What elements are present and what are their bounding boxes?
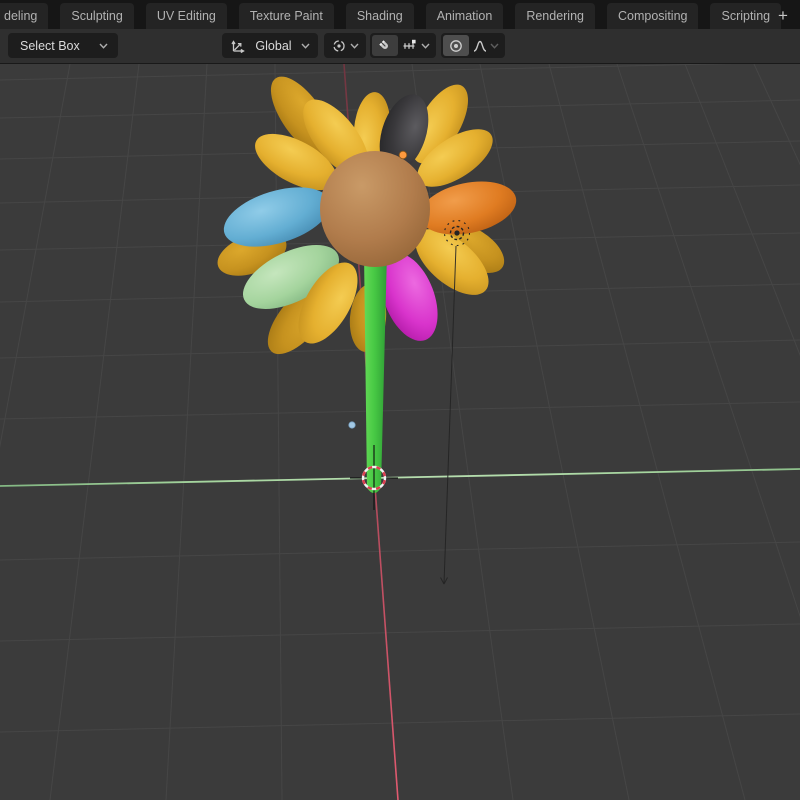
viewport-header: Select Box Global xyxy=(0,29,800,64)
chevron-down-icon[interactable] xyxy=(421,43,430,49)
tab-label: Compositing xyxy=(618,9,687,23)
tab-sculpting[interactable]: Sculpting xyxy=(60,3,133,29)
chevron-down-icon xyxy=(350,43,359,49)
tab-texture-paint[interactable]: Texture Paint xyxy=(239,3,334,29)
green-axis-line xyxy=(0,469,800,486)
smooth-falloff-icon[interactable] xyxy=(472,38,488,54)
chevron-down-icon[interactable] xyxy=(490,43,499,49)
workspace-tabs: deling Sculpting UV Editing Texture Paint Sh… xyxy=(0,3,793,29)
flower-stem[interactable] xyxy=(364,252,387,493)
tab-label: deling xyxy=(4,9,37,23)
chevron-down-icon xyxy=(301,43,310,49)
add-workspace-button[interactable]: + xyxy=(770,3,796,29)
select-mode-dropdown[interactable]: Select Box xyxy=(8,33,118,58)
tab-label: Scripting xyxy=(721,9,770,23)
tab-deling[interactable]: deling xyxy=(0,3,48,29)
magnet-icon xyxy=(377,38,393,54)
3d-viewport[interactable] xyxy=(0,64,800,800)
proportional-editing-group xyxy=(441,33,505,58)
tab-label: Shading xyxy=(357,9,403,23)
tab-shading[interactable]: Shading xyxy=(346,3,414,29)
orientation-axes-icon xyxy=(230,38,246,54)
proportional-editing-toggle[interactable] xyxy=(443,35,469,56)
viewport-scene[interactable] xyxy=(0,64,800,800)
3d-cursor xyxy=(350,445,398,510)
transform-orientation-dropdown[interactable]: Global xyxy=(222,33,318,58)
flower-object[interactable] xyxy=(212,67,521,493)
snap-increments-icon[interactable] xyxy=(401,38,418,54)
tab-label: Rendering xyxy=(526,9,584,23)
select-mode-label: Select Box xyxy=(20,39,80,53)
topbar: deling Sculpting UV Editing Texture Paint Sh… xyxy=(0,0,800,29)
tab-label: Sculpting xyxy=(71,9,122,23)
tab-label: Animation xyxy=(437,9,493,23)
proportional-editing-icon xyxy=(448,38,464,54)
transform-orientation-label: Global xyxy=(255,39,291,53)
flower-center-sphere[interactable] xyxy=(320,151,430,267)
tab-compositing[interactable]: Compositing xyxy=(607,3,698,29)
tab-label: UV Editing xyxy=(157,9,216,23)
tab-uv-editing[interactable]: UV Editing xyxy=(146,3,227,29)
chevron-down-icon xyxy=(99,43,108,49)
snap-toggle-button[interactable] xyxy=(372,35,398,56)
pivot-point-icon xyxy=(331,38,347,54)
snapping-group xyxy=(370,33,436,58)
small-sphere-object[interactable] xyxy=(349,422,355,428)
tab-label: Texture Paint xyxy=(250,9,323,23)
object-origin-dot xyxy=(399,151,407,159)
tab-animation[interactable]: Animation xyxy=(426,3,504,29)
tab-rendering[interactable]: Rendering xyxy=(515,3,595,29)
pivot-point-dropdown[interactable] xyxy=(324,33,366,58)
